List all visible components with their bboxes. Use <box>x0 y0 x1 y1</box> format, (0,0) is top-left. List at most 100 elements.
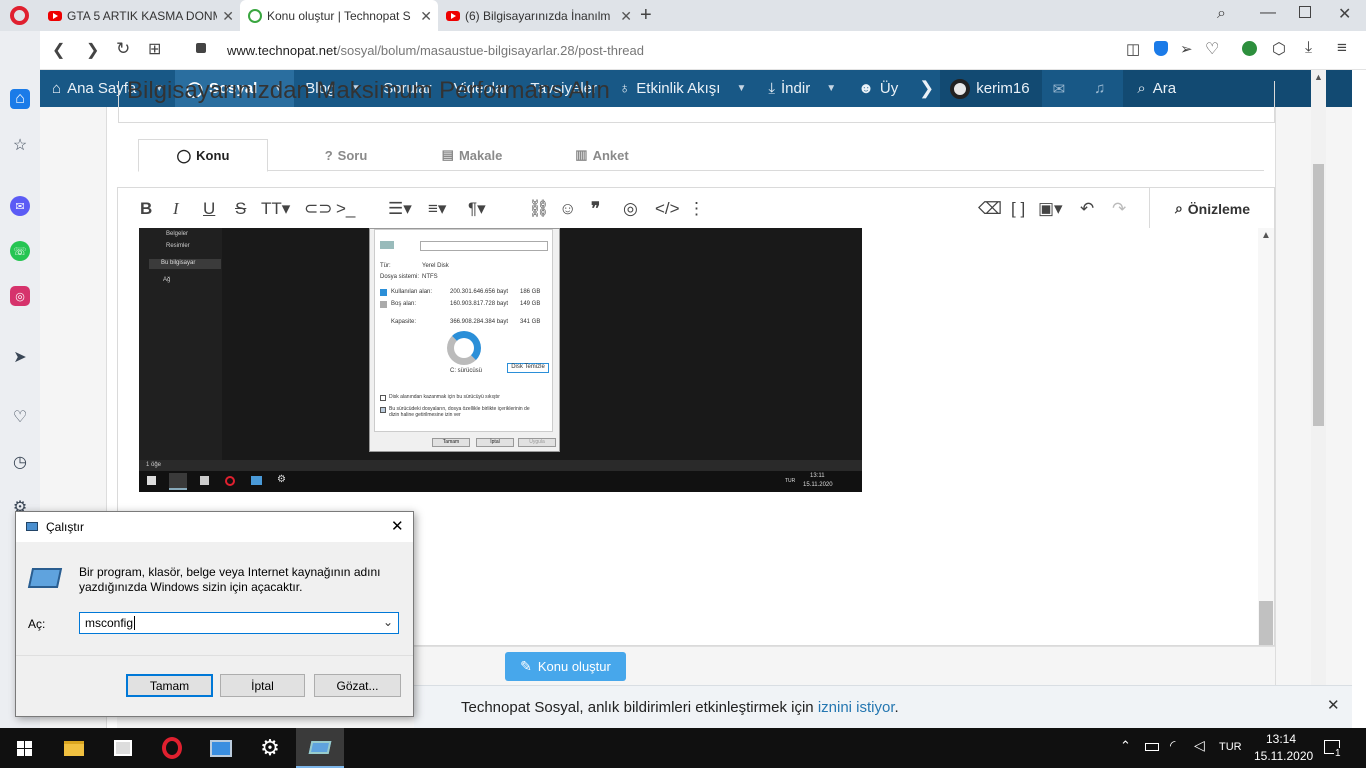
notification-text: Technopat Sosyal, anlık bildirimleri etk… <box>461 699 899 716</box>
taskbar-run[interactable] <box>296 728 344 768</box>
battery-icon[interactable] <box>1145 743 1159 751</box>
code-icon[interactable]: </> <box>655 199 680 219</box>
cancel-button[interactable]: İptal <box>220 674 305 697</box>
close-tab-icon[interactable]: ✕ <box>222 8 234 25</box>
wifi-icon[interactable]: ◜ <box>1170 737 1175 754</box>
drafts-icon[interactable]: ▣▾ <box>1038 199 1063 219</box>
thread-title-input[interactable]: Bilgisayarınızdan Maksimum Performans Al… <box>118 81 1275 123</box>
tray-date: 15.11.2020 <box>803 482 833 488</box>
tab-konu-olustur[interactable]: Konu oluştur | Technopat S ✕ <box>240 0 438 31</box>
redo-icon[interactable]: ↷ <box>1112 199 1126 219</box>
tab-makale[interactable]: ▤ Makale <box>412 139 532 171</box>
tabs-grid-icon[interactable]: ⊞ <box>148 39 161 59</box>
vpn-globe-icon[interactable] <box>1242 41 1257 56</box>
forward-icon[interactable]: ❯ <box>86 40 99 60</box>
history-icon[interactable]: ◷ <box>10 452 30 472</box>
scroll-thumb[interactable] <box>1313 164 1324 426</box>
notification-link[interactable]: iznini <box>818 699 852 716</box>
whatsapp-icon[interactable]: ☏ <box>10 241 30 261</box>
messenger-icon[interactable]: ✉ <box>10 196 30 216</box>
submit-button[interactable]: ✎ Konu oluştur <box>505 652 626 681</box>
insert-link-icon[interactable]: ⛓ <box>528 199 550 219</box>
notification-link[interactable]: istiyor <box>856 699 894 716</box>
monitor-icon <box>210 739 232 757</box>
tray-chevron-up-icon[interactable]: ⌃ <box>1120 738 1131 754</box>
close-tab-icon[interactable]: ✕ <box>420 8 432 25</box>
tab-title: GTA 5 ARTIK KASMA DONM <box>67 8 217 23</box>
prop-label: Tür: <box>380 263 391 269</box>
clock-date[interactable]: 15.11.2020 <box>1254 749 1313 763</box>
heart-icon[interactable]: ♡ <box>10 407 30 427</box>
lock-icon <box>196 43 206 53</box>
push-notification-bar: Technopat Sosyal, anlık bildirimleri etk… <box>414 685 1352 728</box>
back-icon[interactable]: ❮ <box>52 40 65 60</box>
minimize-icon[interactable]: — <box>1260 4 1276 22</box>
tab-konu[interactable]: ◯ Konu <box>138 139 268 172</box>
star-icon[interactable]: ☆ <box>10 135 30 155</box>
opera-logo[interactable] <box>10 6 29 25</box>
align-icon[interactable]: ≡▾ <box>428 199 446 219</box>
close-notification-icon[interactable]: ✕ <box>1327 696 1340 714</box>
taskbar-file-explorer[interactable] <box>50 728 98 768</box>
spoiler-icon[interactable]: ◎ <box>623 199 638 219</box>
editor-scrollbar[interactable]: ▲ <box>1258 228 1274 645</box>
new-tab-icon[interactable]: + <box>640 4 652 27</box>
eraser-icon[interactable]: ⌫ <box>978 199 1002 219</box>
search-tabs-icon[interactable]: ⌕ <box>1217 5 1226 23</box>
undo-icon[interactable]: ↶ <box>1080 199 1094 219</box>
tab-youtube-2[interactable]: (6) Bilgisayarınızda İnanılm ✕ <box>438 0 638 31</box>
ok-button[interactable]: Tamam <box>126 674 213 697</box>
strikethrough-icon[interactable]: S <box>235 199 246 219</box>
tab-label: Konu <box>196 148 230 163</box>
send-page-icon[interactable]: ➢ <box>1180 40 1193 58</box>
list-icon[interactable]: ☰▾ <box>388 199 412 219</box>
scroll-thumb[interactable] <box>1259 601 1273 645</box>
shield-icon[interactable] <box>1154 41 1168 56</box>
language-indicator[interactable]: TUR <box>1219 741 1242 753</box>
camera-icon[interactable]: ◫ <box>1126 40 1140 58</box>
volume-icon[interactable]: ◁ <box>1194 737 1205 754</box>
text-size-icon[interactable]: TT▾ <box>261 199 290 219</box>
code-inline-icon[interactable]: >_ <box>336 199 355 219</box>
close-window-icon[interactable]: ✕ <box>1338 4 1351 24</box>
taskbar-opera[interactable] <box>148 728 196 768</box>
download-icon[interactable]: ⤓ <box>1305 39 1312 57</box>
browse-button[interactable]: Gözat... <box>314 674 401 697</box>
scroll-up-icon[interactable]: ▲ <box>1314 72 1323 82</box>
tab-gta5[interactable]: GTA 5 ARTIK KASMA DONM ✕ <box>40 0 240 31</box>
url-field[interactable]: www.technopat.net/sosyal/bolum/masaustue… <box>227 43 644 58</box>
link-icon[interactable]: ⊂⊃ <box>304 199 333 219</box>
page-scrollbar[interactable]: ▲ ▼ <box>1311 70 1326 728</box>
extensions-cube-icon[interactable]: ⬡ <box>1272 39 1286 59</box>
tab-soru[interactable]: ? Soru <box>291 139 401 171</box>
clock-time[interactable]: 13:14 <box>1266 732 1296 746</box>
scroll-up-icon[interactable]: ▲ <box>1261 230 1271 241</box>
taskbar-store[interactable] <box>99 728 147 768</box>
menu-icon[interactable]: ≡ <box>1337 38 1347 58</box>
bbcode-icon[interactable]: [ ] <box>1011 199 1025 219</box>
instagram-icon[interactable]: ◎ <box>10 286 30 306</box>
tab-anket[interactable]: ▥ Anket <box>542 139 662 171</box>
bold-icon[interactable]: B <box>140 199 152 219</box>
chat-icon: ◯ <box>176 147 192 163</box>
close-icon[interactable]: ✕ <box>391 517 404 535</box>
smiley-icon[interactable]: ☺ <box>559 199 576 219</box>
maximize-icon[interactable] <box>1299 6 1311 18</box>
chevron-down-icon[interactable]: ⌄ <box>383 615 393 629</box>
preview-button[interactable]: ⌕ Önizleme <box>1149 188 1275 229</box>
close-tab-icon[interactable]: ✕ <box>620 8 632 25</box>
italic-icon[interactable]: I <box>173 199 179 219</box>
quote-icon[interactable]: ❞ <box>591 199 600 219</box>
taskbar-settings[interactable]: ⚙ <box>246 728 294 768</box>
start-button[interactable] <box>0 728 48 768</box>
underline-icon[interactable]: U <box>203 199 215 219</box>
run-icon <box>308 740 332 754</box>
home-icon: ⌂ <box>52 80 62 97</box>
more-options-icon[interactable]: ⋮ <box>688 199 705 219</box>
taskbar-control-panel[interactable] <box>197 728 245 768</box>
command-input[interactable]: msconfig ⌄ <box>79 612 399 634</box>
paragraph-icon[interactable]: ¶▾ <box>468 199 486 219</box>
reload-icon[interactable]: ↻ <box>116 39 130 59</box>
bookmark-heart-icon[interactable]: ♡ <box>1205 39 1219 59</box>
send-icon[interactable]: ➤ <box>10 347 30 367</box>
